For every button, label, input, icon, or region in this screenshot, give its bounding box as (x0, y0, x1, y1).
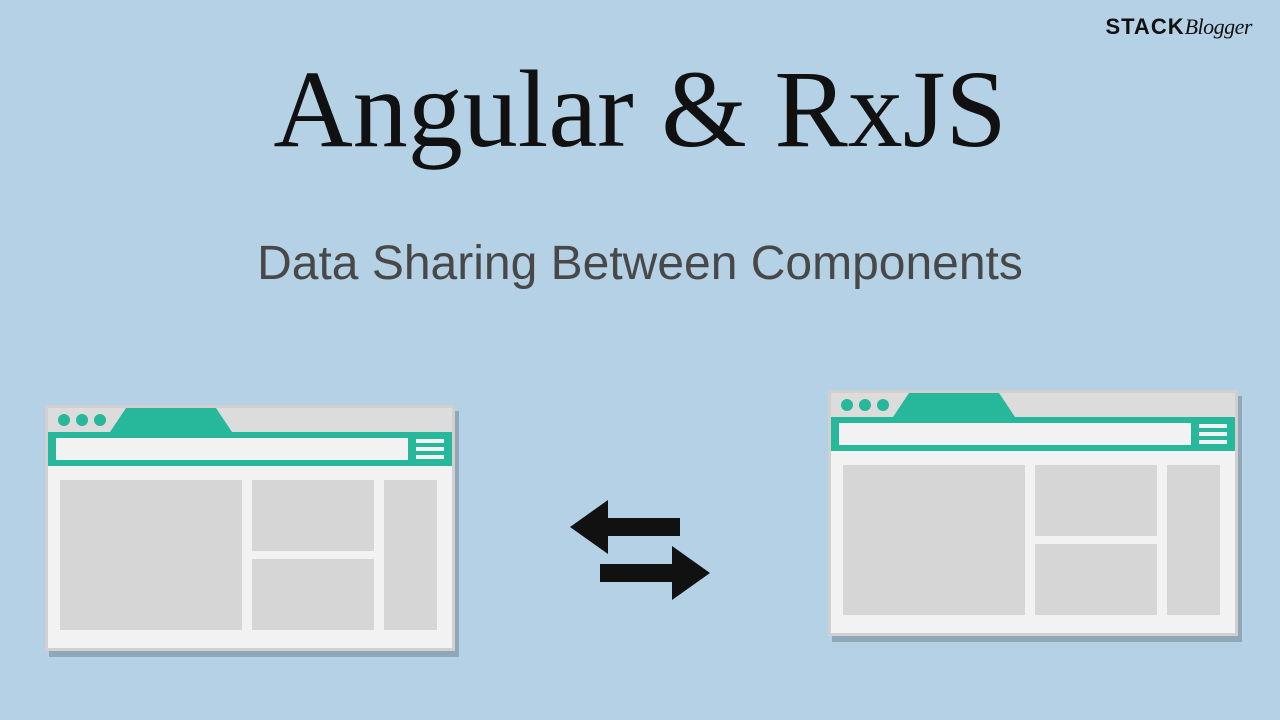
layout-block-icon (1167, 465, 1220, 615)
browser-tab-icon (909, 393, 999, 417)
site-logo: STACKBlogger (1105, 14, 1252, 40)
main-title: Angular & RxJS (0, 46, 1280, 173)
window-controls-icon (841, 399, 889, 411)
exchange-arrows-icon (560, 490, 720, 610)
window-dot-icon (859, 399, 871, 411)
logo-blogger: Blogger (1185, 14, 1252, 39)
layout-block-icon (843, 465, 1025, 615)
browser-window-left-icon (45, 405, 455, 651)
logo-stack: STACK (1105, 14, 1184, 39)
hamburger-menu-icon (1199, 424, 1227, 444)
browser-content (831, 451, 1235, 633)
layout-block-icon (384, 480, 437, 630)
browser-content (48, 466, 452, 648)
window-dot-icon (94, 414, 106, 426)
browser-window-right-icon (828, 390, 1238, 636)
address-bar (48, 432, 452, 466)
layout-block-icon (1035, 465, 1157, 536)
layout-block-icon (60, 480, 242, 630)
browser-titlebar (831, 393, 1235, 417)
window-dot-icon (877, 399, 889, 411)
address-bar (831, 417, 1235, 451)
layout-block-icon (252, 559, 374, 630)
window-dot-icon (58, 414, 70, 426)
url-field-icon (56, 438, 408, 460)
browser-tab-icon (126, 408, 216, 432)
layout-block-icon (252, 480, 374, 551)
window-controls-icon (58, 414, 106, 426)
window-dot-icon (841, 399, 853, 411)
hamburger-menu-icon (416, 439, 444, 459)
url-field-icon (839, 423, 1191, 445)
subtitle: Data Sharing Between Components (0, 236, 1280, 291)
browser-titlebar (48, 408, 452, 432)
window-dot-icon (76, 414, 88, 426)
layout-block-icon (1035, 544, 1157, 615)
